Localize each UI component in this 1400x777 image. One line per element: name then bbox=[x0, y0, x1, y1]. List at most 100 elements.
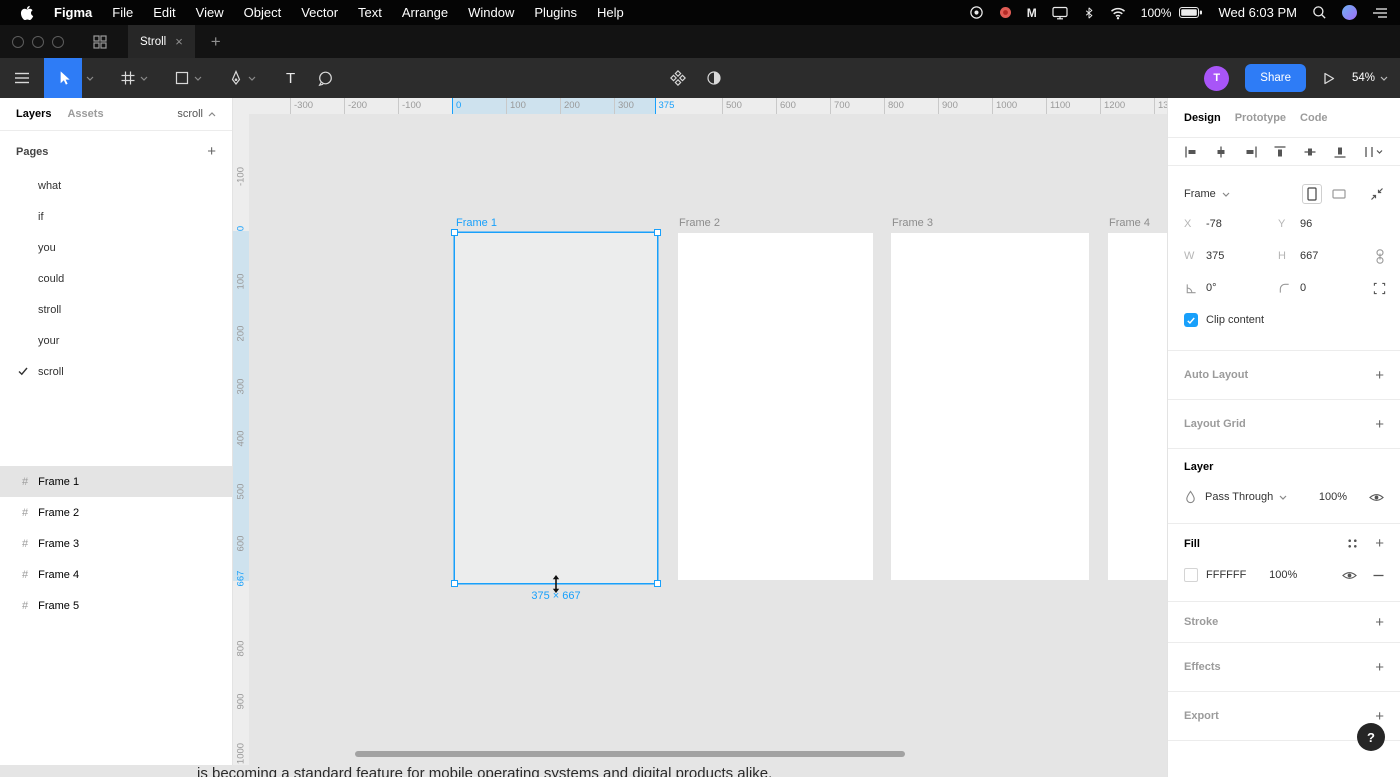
layer-item[interactable]: # Frame 3 bbox=[0, 528, 232, 559]
height-field[interactable]: H 667 bbox=[1278, 242, 1364, 270]
clip-content-checkbox[interactable] bbox=[1184, 313, 1198, 327]
fill-color-swatch[interactable] bbox=[1184, 568, 1198, 582]
page-item[interactable]: you bbox=[0, 232, 232, 263]
canvas-frame[interactable]: Frame 4 bbox=[1108, 233, 1167, 580]
fill-styles-icon[interactable] bbox=[1346, 537, 1359, 550]
canvas[interactable]: Frame 1375 × 667Frame 2Frame 3Frame 4 -3… bbox=[233, 98, 1167, 765]
mask-tool-button[interactable] bbox=[706, 70, 722, 86]
canvas-frame[interactable]: Frame 1375 × 667 bbox=[455, 233, 657, 583]
user-avatar[interactable]: T bbox=[1204, 66, 1229, 91]
battery-icon[interactable] bbox=[1179, 6, 1203, 19]
minimize-window-button[interactable] bbox=[32, 36, 44, 48]
inspector-tab[interactable]: Design bbox=[1184, 112, 1221, 124]
add-auto-layout-button[interactable]: + bbox=[1375, 368, 1384, 383]
add-effect-button[interactable]: + bbox=[1375, 660, 1384, 675]
menubar-menu-item[interactable]: Help bbox=[587, 5, 634, 20]
zoom-control[interactable]: 54% bbox=[1352, 72, 1388, 84]
blend-mode-dropdown[interactable]: Pass Through bbox=[1205, 491, 1287, 503]
frame-preset-dropdown[interactable]: Frame bbox=[1184, 188, 1230, 200]
help-button[interactable]: ? bbox=[1357, 723, 1385, 751]
rotation-field[interactable]: 0° bbox=[1184, 274, 1270, 302]
menubar-menu-item[interactable]: File bbox=[102, 5, 143, 20]
tab-assets[interactable]: Assets bbox=[67, 108, 103, 120]
menubar-menu-item[interactable]: Plugins bbox=[524, 5, 587, 20]
canvas-text-object[interactable]: is becoming a standard feature for mobil… bbox=[197, 765, 772, 777]
page-selector[interactable]: scroll bbox=[177, 108, 216, 120]
selection-handle[interactable] bbox=[451, 229, 458, 236]
blend-mode-icon[interactable] bbox=[1184, 490, 1197, 505]
record-dot-icon[interactable] bbox=[999, 6, 1012, 19]
page-item[interactable]: stroll bbox=[0, 294, 232, 325]
page-item[interactable]: if bbox=[0, 201, 232, 232]
horizontal-ruler[interactable]: -300-200-1000100200300375500600700800900… bbox=[233, 98, 1167, 114]
shape-tool-button[interactable] bbox=[174, 70, 190, 86]
selection-handle[interactable] bbox=[654, 580, 661, 587]
menubar-menu-item[interactable]: Edit bbox=[143, 5, 185, 20]
remove-fill-minus-icon[interactable] bbox=[1373, 574, 1384, 577]
menubar-clock[interactable]: Wed 6:03 PM bbox=[1218, 5, 1297, 20]
text-tool-button[interactable]: T bbox=[286, 70, 295, 87]
canvas-frame[interactable]: Frame 3 bbox=[891, 233, 1089, 580]
frame-tool-button[interactable] bbox=[120, 70, 136, 86]
close-tab-icon[interactable]: × bbox=[175, 35, 183, 48]
m-app-icon[interactable]: M bbox=[1027, 6, 1037, 20]
bluetooth-icon[interactable] bbox=[1083, 5, 1095, 21]
list-icon[interactable] bbox=[1372, 6, 1388, 20]
app-menu-figma[interactable]: Figma bbox=[44, 5, 102, 20]
fill-visibility-eye-icon[interactable] bbox=[1342, 570, 1357, 581]
page-item[interactable]: what bbox=[0, 170, 232, 201]
add-stroke-button[interactable]: + bbox=[1375, 615, 1384, 630]
zoom-window-button[interactable] bbox=[52, 36, 64, 48]
add-layout-grid-button[interactable]: + bbox=[1375, 417, 1384, 432]
menubar-menu-item[interactable]: Window bbox=[458, 5, 524, 20]
portrait-orientation-button[interactable] bbox=[1302, 184, 1322, 204]
fill-opacity-field[interactable]: 100% bbox=[1269, 569, 1297, 581]
file-browser-icon[interactable] bbox=[92, 34, 108, 50]
frame-tool-chevron-icon[interactable] bbox=[136, 76, 152, 81]
fill-hex-field[interactable]: FFFFFF bbox=[1206, 569, 1246, 581]
layer-item[interactable]: # Frame 4 bbox=[0, 559, 232, 590]
layer-item[interactable]: # Frame 2 bbox=[0, 497, 232, 528]
canvas-frame[interactable]: Frame 2 bbox=[678, 233, 873, 580]
apple-logo-icon[interactable] bbox=[20, 5, 34, 21]
menubar-menu-item[interactable]: Object bbox=[234, 5, 292, 20]
add-page-button[interactable]: + bbox=[207, 144, 216, 159]
move-tool-button[interactable] bbox=[44, 58, 82, 98]
add-export-button[interactable]: + bbox=[1375, 709, 1384, 724]
frame-label[interactable]: Frame 4 bbox=[1109, 217, 1150, 229]
align-horizontal-center-icon[interactable] bbox=[1214, 145, 1228, 159]
inspector-tab[interactable]: Code bbox=[1300, 112, 1328, 124]
align-vertical-center-icon[interactable] bbox=[1303, 145, 1317, 159]
layer-opacity-field[interactable]: 100% bbox=[1319, 491, 1347, 503]
align-bottom-icon[interactable] bbox=[1333, 145, 1347, 159]
main-menu-button[interactable] bbox=[0, 72, 44, 84]
share-button[interactable]: Share bbox=[1245, 64, 1306, 92]
menubar-menu-item[interactable]: View bbox=[186, 5, 234, 20]
horizontal-scrollbar[interactable] bbox=[355, 751, 905, 757]
display-icon[interactable] bbox=[1052, 5, 1068, 20]
tab-layers[interactable]: Layers bbox=[16, 108, 51, 120]
layer-item[interactable]: # Frame 5 bbox=[0, 590, 232, 621]
frame-label[interactable]: Frame 3 bbox=[892, 217, 933, 229]
align-right-icon[interactable] bbox=[1244, 145, 1258, 159]
shape-tool-chevron-icon[interactable] bbox=[190, 76, 206, 81]
frame-label[interactable]: Frame 1 bbox=[456, 217, 497, 229]
menubar-menu-item[interactable]: Vector bbox=[291, 5, 348, 20]
align-top-icon[interactable] bbox=[1273, 145, 1287, 159]
new-tab-button[interactable]: + bbox=[211, 32, 221, 52]
wifi-icon[interactable] bbox=[1110, 5, 1126, 20]
page-item[interactable]: scroll bbox=[0, 356, 232, 387]
comment-tool-button[interactable] bbox=[317, 70, 334, 87]
y-position-field[interactable]: Y 96 bbox=[1278, 210, 1364, 238]
add-fill-button[interactable]: + bbox=[1375, 536, 1384, 551]
present-button[interactable] bbox=[1322, 71, 1336, 86]
constrain-proportions-icon[interactable] bbox=[1374, 249, 1386, 264]
file-tab[interactable]: Stroll × bbox=[128, 25, 195, 58]
landscape-orientation-button[interactable] bbox=[1329, 184, 1349, 204]
layer-visibility-eye-icon[interactable] bbox=[1369, 492, 1384, 503]
pen-tool-chevron-icon[interactable] bbox=[244, 76, 260, 81]
selection-handle[interactable] bbox=[654, 229, 661, 236]
independent-corners-icon[interactable] bbox=[1373, 282, 1386, 295]
close-window-button[interactable] bbox=[12, 36, 24, 48]
selection-handle[interactable] bbox=[451, 580, 458, 587]
